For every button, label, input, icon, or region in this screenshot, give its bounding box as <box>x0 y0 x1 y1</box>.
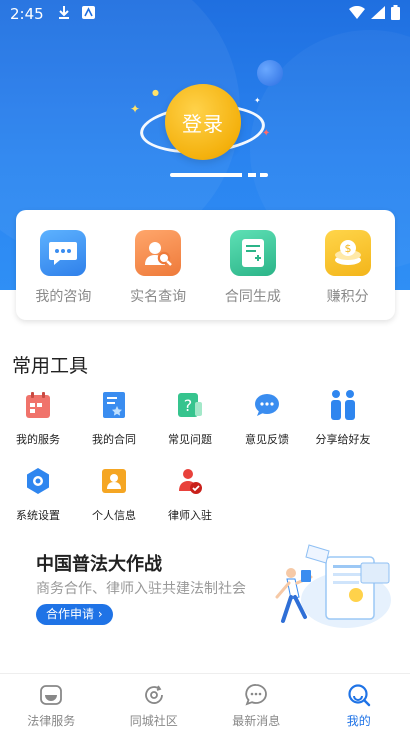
quick-item-realname-query[interactable]: 实名查询 <box>113 230 203 306</box>
promo-banner[interactable]: 中国普法大作战 商务合作、律师入驻共建法制社会 合作申请 › <box>16 535 396 645</box>
quick-item-label: 赚积分 <box>326 289 369 305</box>
tool-label: 分享给好友 <box>315 433 371 446</box>
banner-illustration <box>261 535 396 635</box>
tool-my-contract[interactable]: 我的合同 <box>74 389 154 447</box>
tool-feedback[interactable]: 意见反馈 <box>227 389 307 447</box>
banner-title: 中国普法大作战 <box>36 554 162 575</box>
sparkle-icon: ✦ <box>130 102 141 116</box>
quick-item-contract-generate[interactable]: 合同生成 <box>208 230 298 306</box>
tool-label: 我的服务 <box>16 433 60 446</box>
nav-my[interactable]: 我的 <box>308 674 410 730</box>
svg-text:$: $ <box>344 242 351 255</box>
status-bar: 2:45 <box>0 0 410 28</box>
quick-item-label: 合同生成 <box>224 289 281 305</box>
tool-system-settings[interactable]: 系统设置 <box>0 465 78 523</box>
cooperation-apply-button[interactable]: 合作申请 › <box>36 604 113 625</box>
sparkle-icon: ✦ <box>254 96 261 105</box>
quick-actions-card: 我的咨询 实名查询 合同生成 $ 赚积分 <box>16 210 395 320</box>
chat-bubble-icon <box>40 230 87 276</box>
document-plus-icon <box>229 230 276 276</box>
nav-label: 法律服务 <box>27 714 76 728</box>
feedback-icon <box>251 389 283 421</box>
tool-label: 系统设置 <box>16 509 60 522</box>
lawyer-join-icon <box>174 465 206 497</box>
tool-my-service[interactable]: 我的服务 <box>0 389 78 447</box>
community-icon <box>141 682 167 708</box>
status-time: 2:45 <box>10 5 44 23</box>
my-profile-icon <box>346 682 372 708</box>
nav-community[interactable]: 同城社区 <box>103 674 205 730</box>
bottom-nav: 法律服务 同城社区 最新消息 我的 <box>0 673 410 730</box>
sparkle-icon: ✦ <box>262 128 271 139</box>
tools-section-title: 常用工具 <box>12 355 89 377</box>
login-button[interactable]: 登录 <box>165 84 241 160</box>
banner-subtitle: 商务合作、律师入驻共建法制社会 <box>36 581 246 597</box>
legal-service-icon <box>38 682 64 708</box>
battery-icon <box>391 4 400 24</box>
wifi-icon <box>349 5 365 23</box>
settings-icon <box>22 465 54 497</box>
tool-label: 个人信息 <box>92 509 136 522</box>
svg-text:?: ? <box>184 396 193 415</box>
question-icon: ? <box>174 389 206 421</box>
nav-legal-service[interactable]: 法律服务 <box>0 674 102 730</box>
tool-label: 常见问题 <box>168 433 212 446</box>
tool-faq[interactable]: ? 常见问题 <box>150 389 230 447</box>
download-icon <box>58 5 70 23</box>
share-icon <box>327 389 359 421</box>
signal-icon <box>371 5 385 23</box>
quick-item-label: 我的咨询 <box>35 289 92 305</box>
tool-lawyer-join[interactable]: 律师入驻 <box>150 465 230 523</box>
quick-item-consult[interactable]: 我的咨询 <box>18 230 108 306</box>
login-button-label: 登录 <box>182 111 224 136</box>
decor-line <box>170 173 268 177</box>
nav-label: 我的 <box>346 714 371 728</box>
coin-stack-icon: $ <box>324 230 371 276</box>
contract-icon <box>98 389 130 421</box>
quick-item-earn-points[interactable]: $ 赚积分 <box>303 230 393 306</box>
decor-planet <box>257 60 283 86</box>
tool-label: 意见反馈 <box>245 433 289 446</box>
nav-label: 最新消息 <box>232 714 281 728</box>
profile-card-icon <box>98 465 130 497</box>
person-search-icon <box>135 230 182 276</box>
tool-label: 我的合同 <box>92 433 136 446</box>
tool-personal-info[interactable]: 个人信息 <box>74 465 154 523</box>
tool-share[interactable]: 分享给好友 <box>303 389 383 447</box>
message-icon <box>243 682 269 708</box>
app-notification-icon <box>81 5 95 23</box>
calendar-service-icon <box>22 389 54 421</box>
nav-label: 同城社区 <box>129 714 178 728</box>
quick-item-label: 实名查询 <box>130 289 187 305</box>
sparkle-icon: ● <box>152 88 159 97</box>
tool-label: 律师入驻 <box>168 509 212 522</box>
nav-latest-messages[interactable]: 最新消息 <box>205 674 307 730</box>
